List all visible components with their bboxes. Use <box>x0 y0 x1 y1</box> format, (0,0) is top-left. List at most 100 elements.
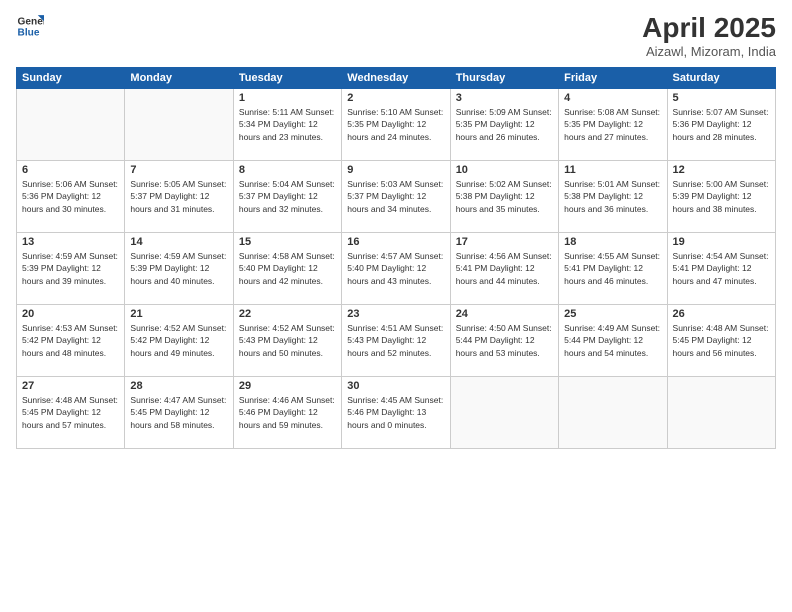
day-number: 23 <box>347 308 444 320</box>
day-info: Sunrise: 5:00 AM Sunset: 5:39 PM Dayligh… <box>673 178 770 215</box>
title-location: Aizawl, Mizoram, India <box>642 44 776 59</box>
table-row <box>667 377 775 449</box>
col-wednesday: Wednesday <box>342 68 450 89</box>
table-row: 22 Sunrise: 4:52 AM Sunset: 5:43 PM Dayli… <box>233 305 341 377</box>
day-info: Sunrise: 4:51 AM Sunset: 5:43 PM Dayligh… <box>347 322 444 359</box>
table-row: 14 Sunrise: 4:59 AM Sunset: 5:39 PM Dayli… <box>125 233 233 305</box>
day-number: 15 <box>239 236 336 248</box>
table-row: 26 Sunrise: 4:48 AM Sunset: 5:45 PM Dayli… <box>667 305 775 377</box>
table-row <box>559 377 667 449</box>
table-row: 11Sunrise: 5:01 AM Sunset: 5:38 PM Dayli… <box>559 161 667 233</box>
table-row: 5 Sunrise: 5:07 AM Sunset: 5:36 PM Daylig… <box>667 89 775 161</box>
col-sunday: Sunday <box>17 68 125 89</box>
day-info: Sunrise: 5:11 AM Sunset: 5:34 PM Dayligh… <box>239 106 336 143</box>
table-row: 4 Sunrise: 5:08 AM Sunset: 5:35 PM Daylig… <box>559 89 667 161</box>
day-number: 4 <box>564 92 661 104</box>
day-number: 26 <box>673 308 770 320</box>
table-row: 15 Sunrise: 4:58 AM Sunset: 5:40 PM Dayli… <box>233 233 341 305</box>
day-info: Sunrise: 4:59 AM Sunset: 5:39 PM Dayligh… <box>130 250 227 287</box>
day-number: 2 <box>347 92 444 104</box>
calendar-week-row: 20 Sunrise: 4:53 AM Sunset: 5:42 PM Dayli… <box>17 305 776 377</box>
day-info: Sunrise: 4:48 AM Sunset: 5:45 PM Dayligh… <box>673 322 770 359</box>
calendar-week-row: 6Sunrise: 5:06 AM Sunset: 5:36 PM Daylig… <box>17 161 776 233</box>
day-number: 20 <box>22 308 119 320</box>
table-row: 6Sunrise: 5:06 AM Sunset: 5:36 PM Daylig… <box>17 161 125 233</box>
col-tuesday: Tuesday <box>233 68 341 89</box>
day-info: Sunrise: 5:10 AM Sunset: 5:35 PM Dayligh… <box>347 106 444 143</box>
day-info: Sunrise: 5:02 AM Sunset: 5:38 PM Dayligh… <box>456 178 553 215</box>
day-info: Sunrise: 4:47 AM Sunset: 5:45 PM Dayligh… <box>130 394 227 431</box>
day-number: 21 <box>130 308 227 320</box>
day-info: Sunrise: 4:45 AM Sunset: 5:46 PM Dayligh… <box>347 394 444 431</box>
table-row: 18Sunrise: 4:55 AM Sunset: 5:41 PM Dayli… <box>559 233 667 305</box>
header: General Blue April 2025 Aizawl, Mizoram,… <box>16 12 776 59</box>
day-number: 3 <box>456 92 553 104</box>
table-row: 8Sunrise: 5:04 AM Sunset: 5:37 PM Daylig… <box>233 161 341 233</box>
day-number: 10 <box>456 164 553 176</box>
page-container: General Blue April 2025 Aizawl, Mizoram,… <box>0 0 792 612</box>
day-info: Sunrise: 5:01 AM Sunset: 5:38 PM Dayligh… <box>564 178 661 215</box>
table-row: 1Sunrise: 5:11 AM Sunset: 5:34 PM Daylig… <box>233 89 341 161</box>
day-info: Sunrise: 5:06 AM Sunset: 5:36 PM Dayligh… <box>22 178 119 215</box>
day-number: 27 <box>22 380 119 392</box>
table-row: 17 Sunrise: 4:56 AM Sunset: 5:41 PM Dayli… <box>450 233 558 305</box>
col-saturday: Saturday <box>667 68 775 89</box>
day-number: 14 <box>130 236 227 248</box>
table-row: 16 Sunrise: 4:57 AM Sunset: 5:40 PM Dayli… <box>342 233 450 305</box>
title-block: April 2025 Aizawl, Mizoram, India <box>642 12 776 59</box>
table-row: 29Sunrise: 4:46 AM Sunset: 5:46 PM Dayli… <box>233 377 341 449</box>
table-row: 20 Sunrise: 4:53 AM Sunset: 5:42 PM Dayli… <box>17 305 125 377</box>
day-info: Sunrise: 4:50 AM Sunset: 5:44 PM Dayligh… <box>456 322 553 359</box>
logo: General Blue <box>16 12 44 40</box>
day-number: 17 <box>456 236 553 248</box>
table-row <box>450 377 558 449</box>
day-number: 19 <box>673 236 770 248</box>
day-info: Sunrise: 4:48 AM Sunset: 5:45 PM Dayligh… <box>22 394 119 431</box>
day-number: 22 <box>239 308 336 320</box>
table-row: 25 Sunrise: 4:49 AM Sunset: 5:44 PM Dayli… <box>559 305 667 377</box>
calendar-week-row: 13Sunrise: 4:59 AM Sunset: 5:39 PM Dayli… <box>17 233 776 305</box>
day-info: Sunrise: 5:09 AM Sunset: 5:35 PM Dayligh… <box>456 106 553 143</box>
col-friday: Friday <box>559 68 667 89</box>
table-row: 3 Sunrise: 5:09 AM Sunset: 5:35 PM Daylig… <box>450 89 558 161</box>
table-row: 27 Sunrise: 4:48 AM Sunset: 5:45 PM Dayli… <box>17 377 125 449</box>
calendar-header-row: Sunday Monday Tuesday Wednesday Thursday… <box>17 68 776 89</box>
day-info: Sunrise: 4:46 AM Sunset: 5:46 PM Dayligh… <box>239 394 336 431</box>
logo-icon: General Blue <box>16 12 44 40</box>
day-number: 12 <box>673 164 770 176</box>
table-row: 24 Sunrise: 4:50 AM Sunset: 5:44 PM Dayli… <box>450 305 558 377</box>
calendar-week-row: 1Sunrise: 5:11 AM Sunset: 5:34 PM Daylig… <box>17 89 776 161</box>
day-info: Sunrise: 5:03 AM Sunset: 5:37 PM Dayligh… <box>347 178 444 215</box>
col-monday: Monday <box>125 68 233 89</box>
svg-text:Blue: Blue <box>18 27 40 38</box>
calendar-table: Sunday Monday Tuesday Wednesday Thursday… <box>16 67 776 449</box>
day-info: Sunrise: 4:58 AM Sunset: 5:40 PM Dayligh… <box>239 250 336 287</box>
table-row: 30 Sunrise: 4:45 AM Sunset: 5:46 PM Dayli… <box>342 377 450 449</box>
day-number: 25 <box>564 308 661 320</box>
day-number: 5 <box>673 92 770 104</box>
table-row: 21 Sunrise: 4:52 AM Sunset: 5:42 PM Dayli… <box>125 305 233 377</box>
table-row: 9 Sunrise: 5:03 AM Sunset: 5:37 PM Daylig… <box>342 161 450 233</box>
day-number: 30 <box>347 380 444 392</box>
day-info: Sunrise: 4:59 AM Sunset: 5:39 PM Dayligh… <box>22 250 119 287</box>
day-info: Sunrise: 5:08 AM Sunset: 5:35 PM Dayligh… <box>564 106 661 143</box>
day-number: 24 <box>456 308 553 320</box>
day-info: Sunrise: 4:52 AM Sunset: 5:43 PM Dayligh… <box>239 322 336 359</box>
day-info: Sunrise: 5:05 AM Sunset: 5:37 PM Dayligh… <box>130 178 227 215</box>
day-info: Sunrise: 4:53 AM Sunset: 5:42 PM Dayligh… <box>22 322 119 359</box>
table-row: 28 Sunrise: 4:47 AM Sunset: 5:45 PM Dayli… <box>125 377 233 449</box>
day-info: Sunrise: 4:49 AM Sunset: 5:44 PM Dayligh… <box>564 322 661 359</box>
table-row: 13Sunrise: 4:59 AM Sunset: 5:39 PM Dayli… <box>17 233 125 305</box>
table-row <box>17 89 125 161</box>
day-number: 16 <box>347 236 444 248</box>
table-row: 19Sunrise: 4:54 AM Sunset: 5:41 PM Dayli… <box>667 233 775 305</box>
day-info: Sunrise: 4:52 AM Sunset: 5:42 PM Dayligh… <box>130 322 227 359</box>
table-row <box>125 89 233 161</box>
day-info: Sunrise: 5:07 AM Sunset: 5:36 PM Dayligh… <box>673 106 770 143</box>
day-number: 28 <box>130 380 227 392</box>
day-info: Sunrise: 4:57 AM Sunset: 5:40 PM Dayligh… <box>347 250 444 287</box>
col-thursday: Thursday <box>450 68 558 89</box>
title-month: April 2025 <box>642 12 776 44</box>
day-number: 9 <box>347 164 444 176</box>
day-info: Sunrise: 4:56 AM Sunset: 5:41 PM Dayligh… <box>456 250 553 287</box>
